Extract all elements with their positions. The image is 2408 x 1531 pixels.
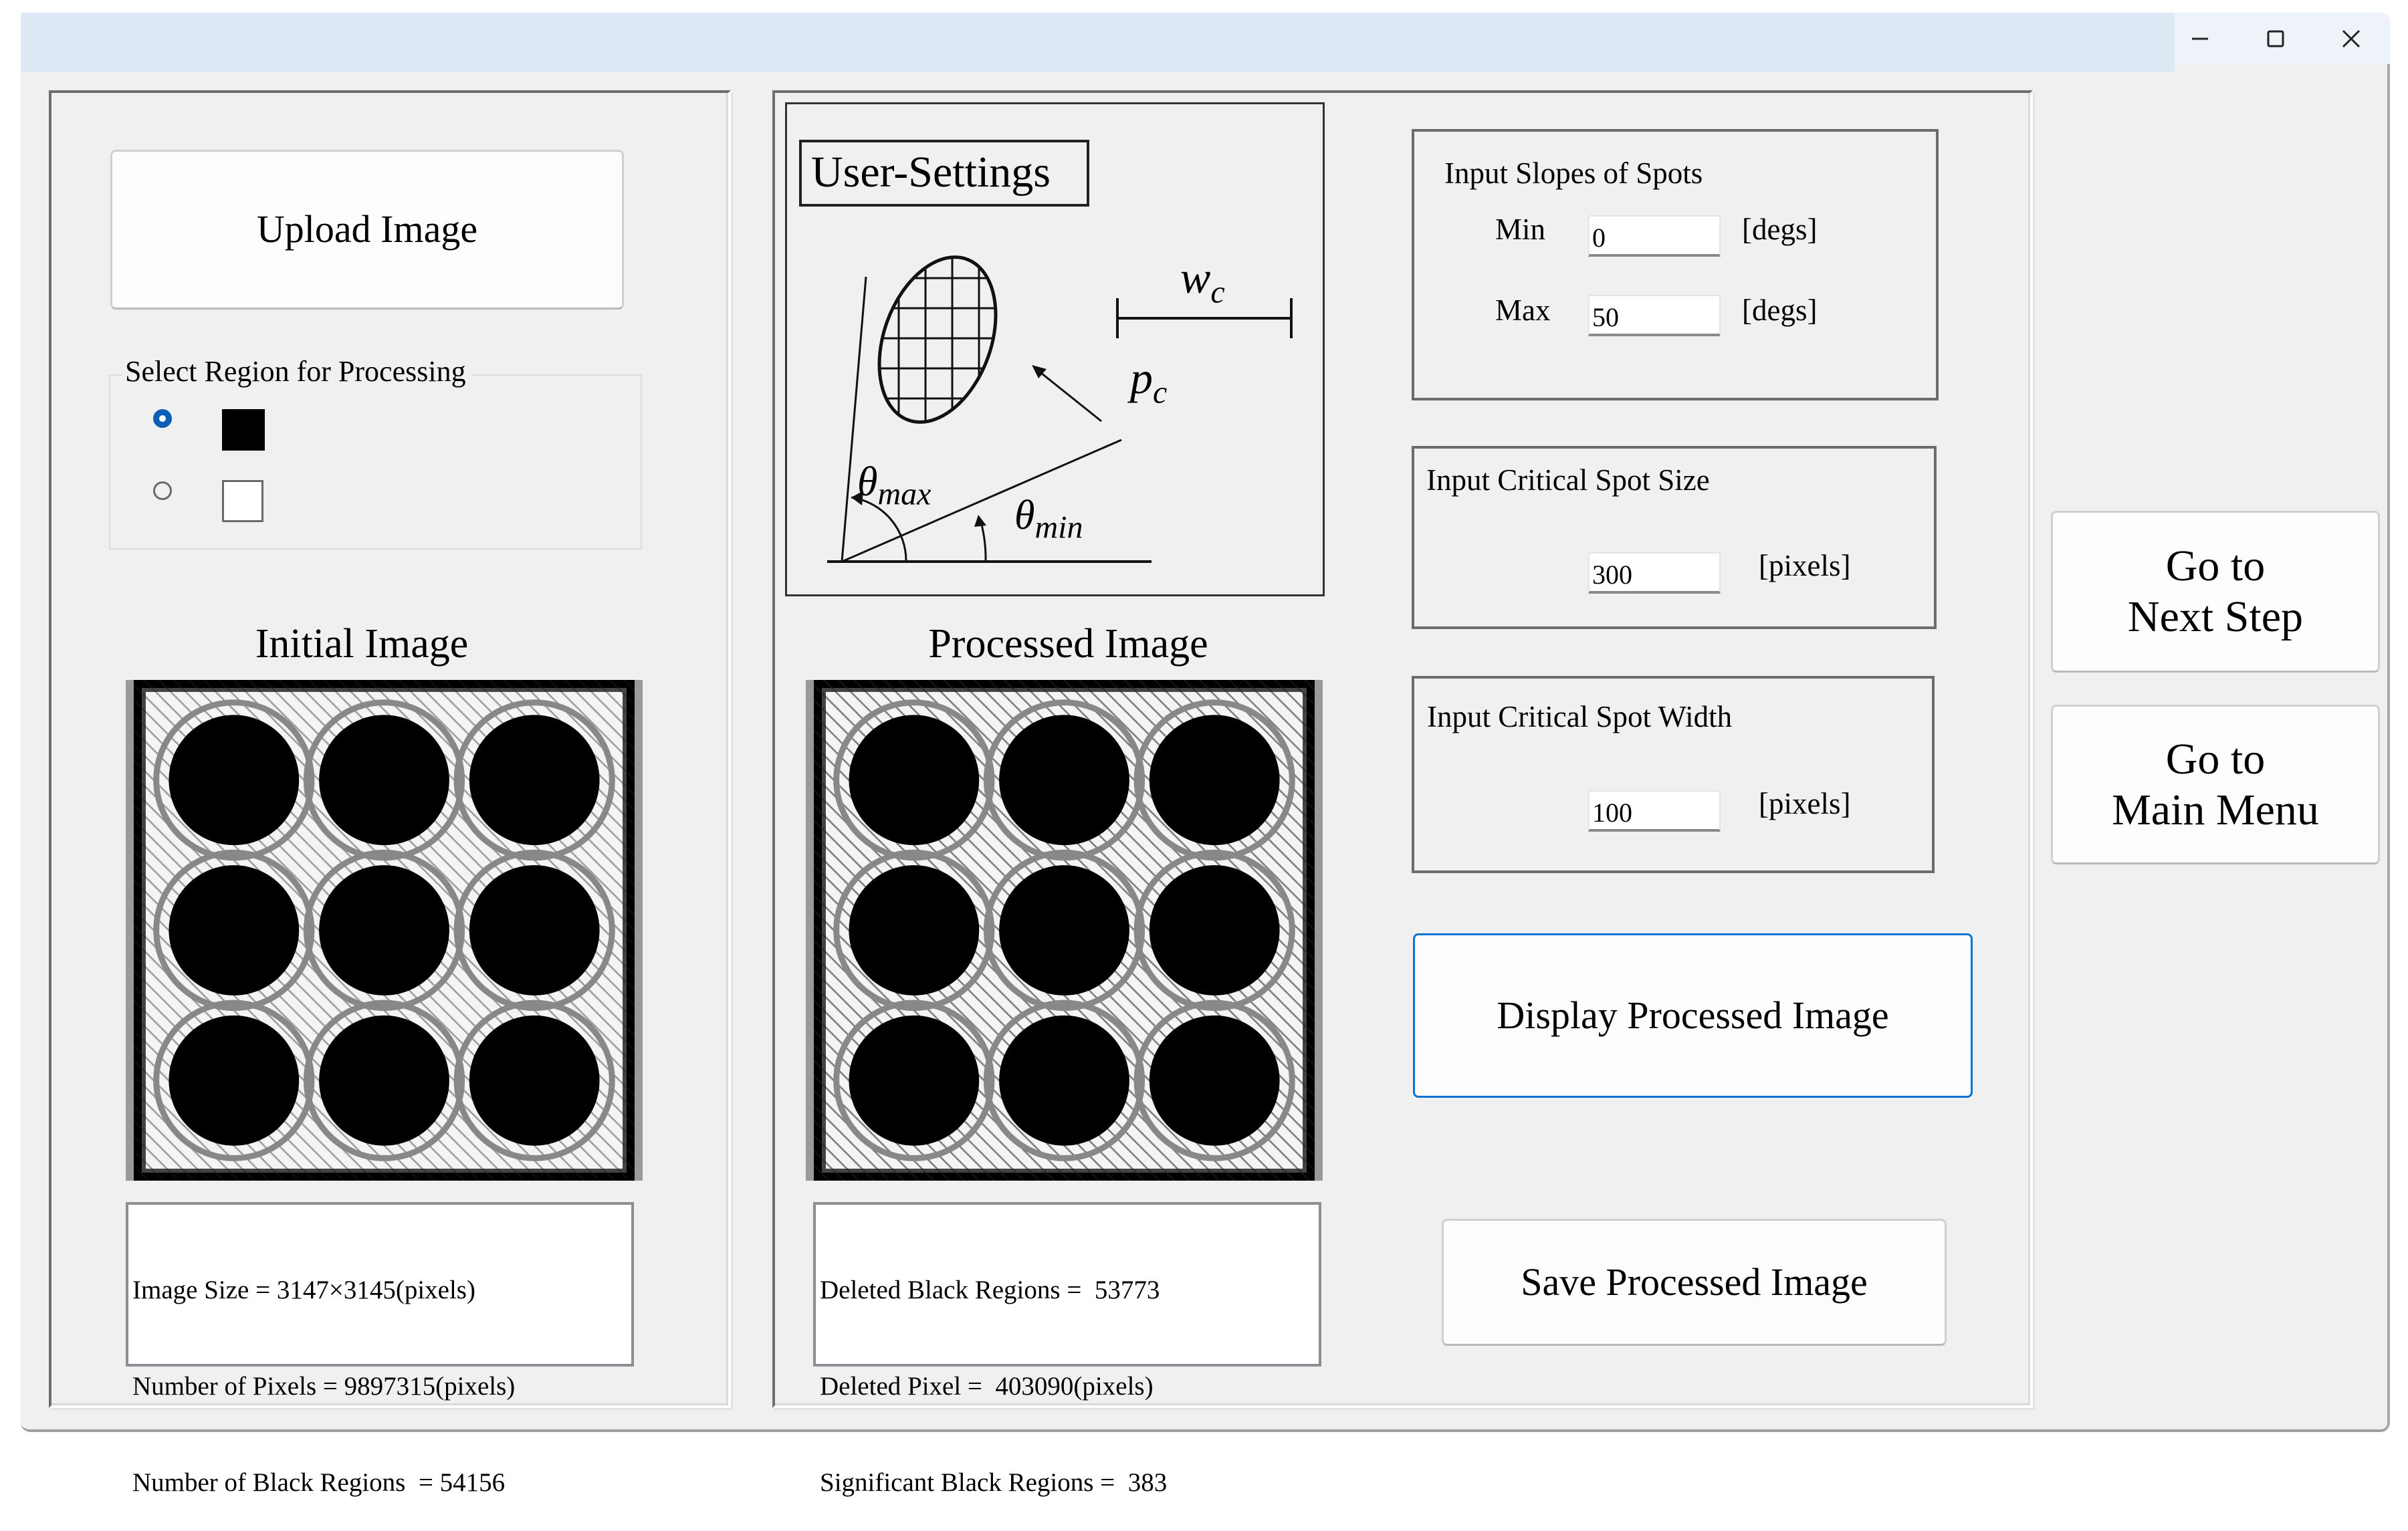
well	[999, 715, 1129, 846]
well	[849, 1015, 980, 1146]
processed-image	[806, 680, 1323, 1181]
min-slope-input[interactable]	[1588, 215, 1721, 257]
region-select-label: Select Region for Processing	[122, 354, 471, 388]
initial-image-info: Image Size = 3147×3145(pixels) Number of…	[126, 1202, 634, 1497]
max-slope-input[interactable]	[1588, 295, 1721, 336]
region-select-group	[109, 374, 642, 550]
pc-pointer	[1037, 369, 1102, 423]
well	[319, 715, 449, 846]
spot-size-title: Input Critical Spot Size	[1426, 463, 1710, 497]
info-image-size: Image Size = 3147×3145(pixels)	[132, 1276, 475, 1304]
initial-image-graphic	[134, 680, 635, 1181]
initial-image	[126, 680, 643, 1181]
main-menu-label-line1: Go to	[2165, 734, 2266, 784]
size-label: pc	[1130, 352, 1168, 410]
processed-image-title: Processed Image	[928, 621, 1208, 667]
close-icon	[2342, 29, 2361, 47]
maximize-button[interactable]	[2242, 13, 2309, 64]
save-processed-image-label: Save Processed Image	[1521, 1260, 1868, 1304]
next-step-label-line2: Next Step	[2127, 592, 2304, 641]
well	[169, 865, 300, 995]
display-processed-image-label: Display Processed Image	[1497, 993, 1889, 1037]
user-settings-diagram: User-Settings wc pc θmax θmin	[785, 102, 1325, 596]
initial-image-title: Initial Image	[255, 621, 469, 667]
info-deleted-regions: Deleted Black Regions = 53773	[820, 1276, 1160, 1304]
width-label: wc	[1180, 252, 1225, 310]
max-label: Max	[1495, 293, 1551, 327]
save-processed-image-button[interactable]: Save Processed Image	[1442, 1219, 1947, 1346]
well	[319, 1015, 449, 1146]
well	[169, 715, 300, 846]
spot-width-title: Input Critical Spot Width	[1427, 700, 1733, 733]
next-step-label-line1: Go to	[2165, 542, 2266, 591]
info-black-regions: Number of Black Regions = 54156	[132, 1468, 506, 1497]
theta-max-line	[841, 276, 867, 562]
processed-image-info: Deleted Black Regions = 53773 Deleted Pi…	[813, 1202, 1321, 1497]
spot-width-unit: [pixels]	[1759, 787, 1851, 820]
minimize-icon	[2192, 37, 2208, 39]
black-swatch	[222, 409, 265, 451]
well	[169, 1015, 300, 1146]
white-swatch	[222, 480, 263, 522]
main-menu-label-line2: Main Menu	[2112, 785, 2319, 834]
theta-min-label: θmin	[1014, 493, 1083, 546]
radio-black-region[interactable]	[153, 409, 172, 428]
info-significant-regions: Significant Black Regions = 383	[820, 1468, 1168, 1497]
processed-image-graphic	[814, 680, 1315, 1181]
spot-width-input[interactable]	[1588, 790, 1721, 832]
spot-size-input[interactable]	[1588, 552, 1721, 594]
well	[849, 715, 980, 846]
main-menu-button[interactable]: Go to Main Menu	[2051, 705, 2380, 864]
theta-min-arrowhead	[974, 515, 986, 527]
minimize-button[interactable]	[2167, 13, 2233, 64]
upload-image-button[interactable]: Upload Image	[110, 150, 624, 310]
maximize-icon	[2267, 30, 2284, 47]
spot-size-unit: [pixels]	[1759, 549, 1851, 582]
spot-ellipse	[877, 255, 998, 424]
well	[1149, 865, 1280, 995]
radio-white-region[interactable]	[153, 481, 172, 500]
slopes-title: Input Slopes of Spots	[1444, 156, 1703, 190]
max-unit-label: [degs]	[1742, 293, 1818, 327]
next-step-button[interactable]: Go to Next Step	[2051, 511, 2380, 673]
well	[1149, 715, 1280, 846]
min-label: Min	[1495, 213, 1546, 246]
theta-min-arc	[980, 521, 987, 562]
well	[999, 1015, 1129, 1146]
well	[469, 1015, 600, 1146]
theta-max-label: θmax	[857, 459, 932, 512]
well	[999, 865, 1129, 995]
min-unit-label: [degs]	[1742, 213, 1818, 246]
well	[469, 715, 600, 846]
display-processed-image-button[interactable]: Display Processed Image	[1413, 933, 1973, 1098]
info-deleted-pixels: Deleted Pixel = 403090(pixels)	[820, 1372, 1154, 1401]
info-number-of-pixels: Number of Pixels = 9897315(pixels)	[132, 1372, 516, 1401]
close-button[interactable]	[2318, 13, 2385, 64]
well	[1149, 1015, 1280, 1146]
title-bar[interactable]	[21, 13, 2175, 72]
upload-image-label: Upload Image	[256, 207, 478, 251]
well	[469, 865, 600, 995]
well	[319, 865, 449, 995]
well	[849, 865, 980, 995]
